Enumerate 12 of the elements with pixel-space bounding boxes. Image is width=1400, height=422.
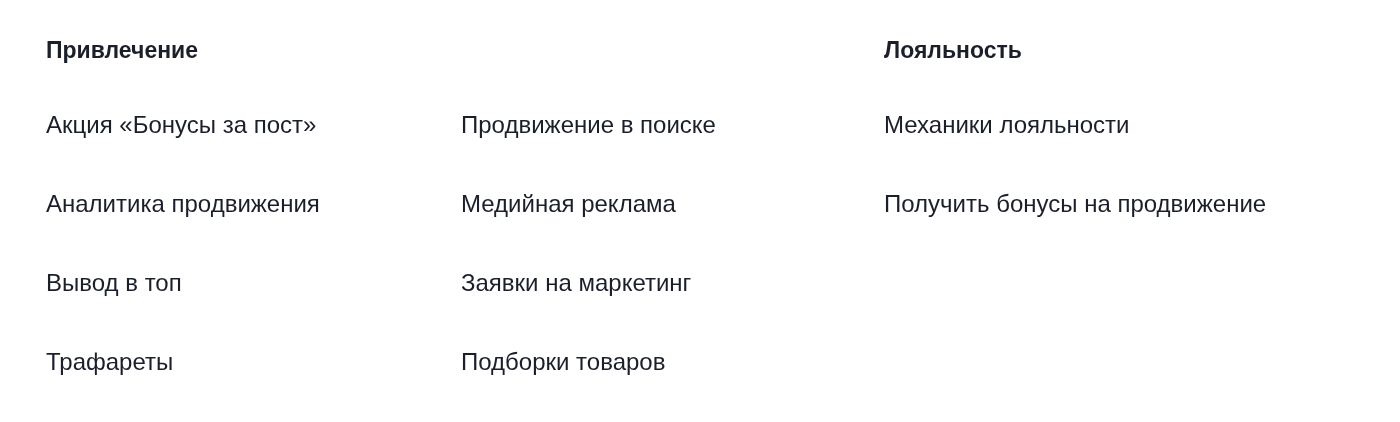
menu-link[interactable]: Получить бонусы на продвижение: [884, 189, 1267, 219]
menu-link[interactable]: Механики лояльности: [884, 110, 1130, 140]
section-heading: Лояльность: [884, 36, 1023, 65]
menu-link[interactable]: Акция «Бонусы за пост»: [46, 110, 317, 140]
menu-link[interactable]: Подборки товаров: [461, 347, 666, 377]
menu-link[interactable]: Продвижение в поиске: [461, 110, 716, 140]
menu-link[interactable]: Вывод в топ: [46, 268, 182, 298]
menu-link[interactable]: Аналитика продвижения: [46, 189, 320, 219]
menu-link[interactable]: Трафареты: [46, 347, 174, 377]
section-heading: Привлечение: [46, 36, 200, 65]
menu-link[interactable]: Медийная реклама: [461, 189, 676, 219]
menu-link[interactable]: Заявки на маркетинг: [461, 268, 692, 298]
